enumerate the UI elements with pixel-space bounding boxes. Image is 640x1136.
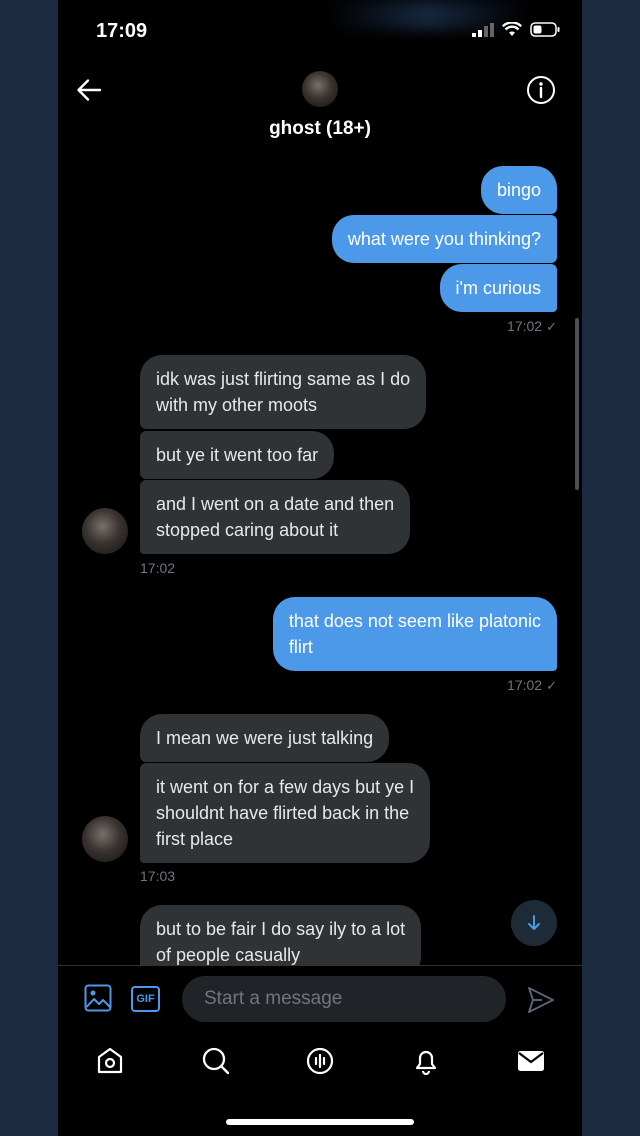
notifications-icon[interactable] [411, 1046, 441, 1076]
message-timestamp: 17:02 [140, 560, 176, 576]
message-sent[interactable]: bingo [480, 166, 557, 214]
status-time: 17:09 [96, 20, 148, 42]
gif-icon[interactable]: GIF [131, 986, 160, 1012]
message-sent[interactable]: i'm curious [439, 264, 557, 312]
message-timestamp: 17:02 ✓ [507, 677, 557, 693]
messages-icon[interactable] [516, 1046, 546, 1076]
scroll-down-icon [528, 915, 540, 930]
message-received[interactable]: but to be fair I do say ily to a lot of … [140, 905, 422, 965]
battery-icon [530, 22, 560, 37]
media-icon[interactable] [84, 984, 112, 1012]
message-received[interactable]: but ye it went too far [140, 431, 335, 479]
contact-name[interactable]: ghost (18+) [58, 118, 582, 140]
status-bar: 17:09 [58, 0, 582, 60]
scroll-down-button[interactable] [511, 900, 557, 946]
message-timestamp: 17:02 ✓ [507, 318, 557, 334]
home-icon[interactable] [95, 1046, 125, 1076]
phone-screen: 17:09 ghost (18+) bingo what were you th… [58, 0, 582, 1136]
message-received[interactable]: idk was just flirting same as I do with … [140, 355, 427, 429]
message-list[interactable]: bingo what were you thinking? i'm curiou… [58, 155, 582, 965]
send-icon[interactable] [526, 985, 556, 1015]
message-input[interactable] [182, 976, 506, 1022]
spaces-icon[interactable] [305, 1046, 335, 1076]
conversation-header: ghost (18+) [58, 60, 582, 155]
home-indicator[interactable] [226, 1119, 414, 1125]
signal-icon [472, 22, 494, 37]
bottom-tab-bar [58, 1036, 582, 1096]
message-sent[interactable]: what were you thinking? [331, 215, 557, 263]
message-composer: GIF [58, 965, 582, 1035]
message-received[interactable]: it went on for a few days but ye I shoul… [140, 763, 431, 863]
back-arrow-icon[interactable] [76, 77, 102, 103]
scrollbar-thumb[interactable] [575, 318, 579, 490]
message-received[interactable]: I mean we were just talking [140, 714, 390, 762]
info-icon[interactable] [526, 75, 556, 105]
message-received[interactable]: and I went on a date and then stopped ca… [140, 480, 411, 554]
contact-avatar[interactable] [82, 508, 128, 554]
contact-avatar[interactable] [82, 816, 128, 862]
wifi-icon [502, 22, 522, 36]
search-icon[interactable] [201, 1046, 231, 1076]
message-sent[interactable]: that does not seem like platonic flirt [272, 597, 557, 671]
status-icons [472, 22, 560, 37]
message-timestamp: 17:03 [140, 868, 176, 884]
header-avatar[interactable] [302, 71, 338, 107]
